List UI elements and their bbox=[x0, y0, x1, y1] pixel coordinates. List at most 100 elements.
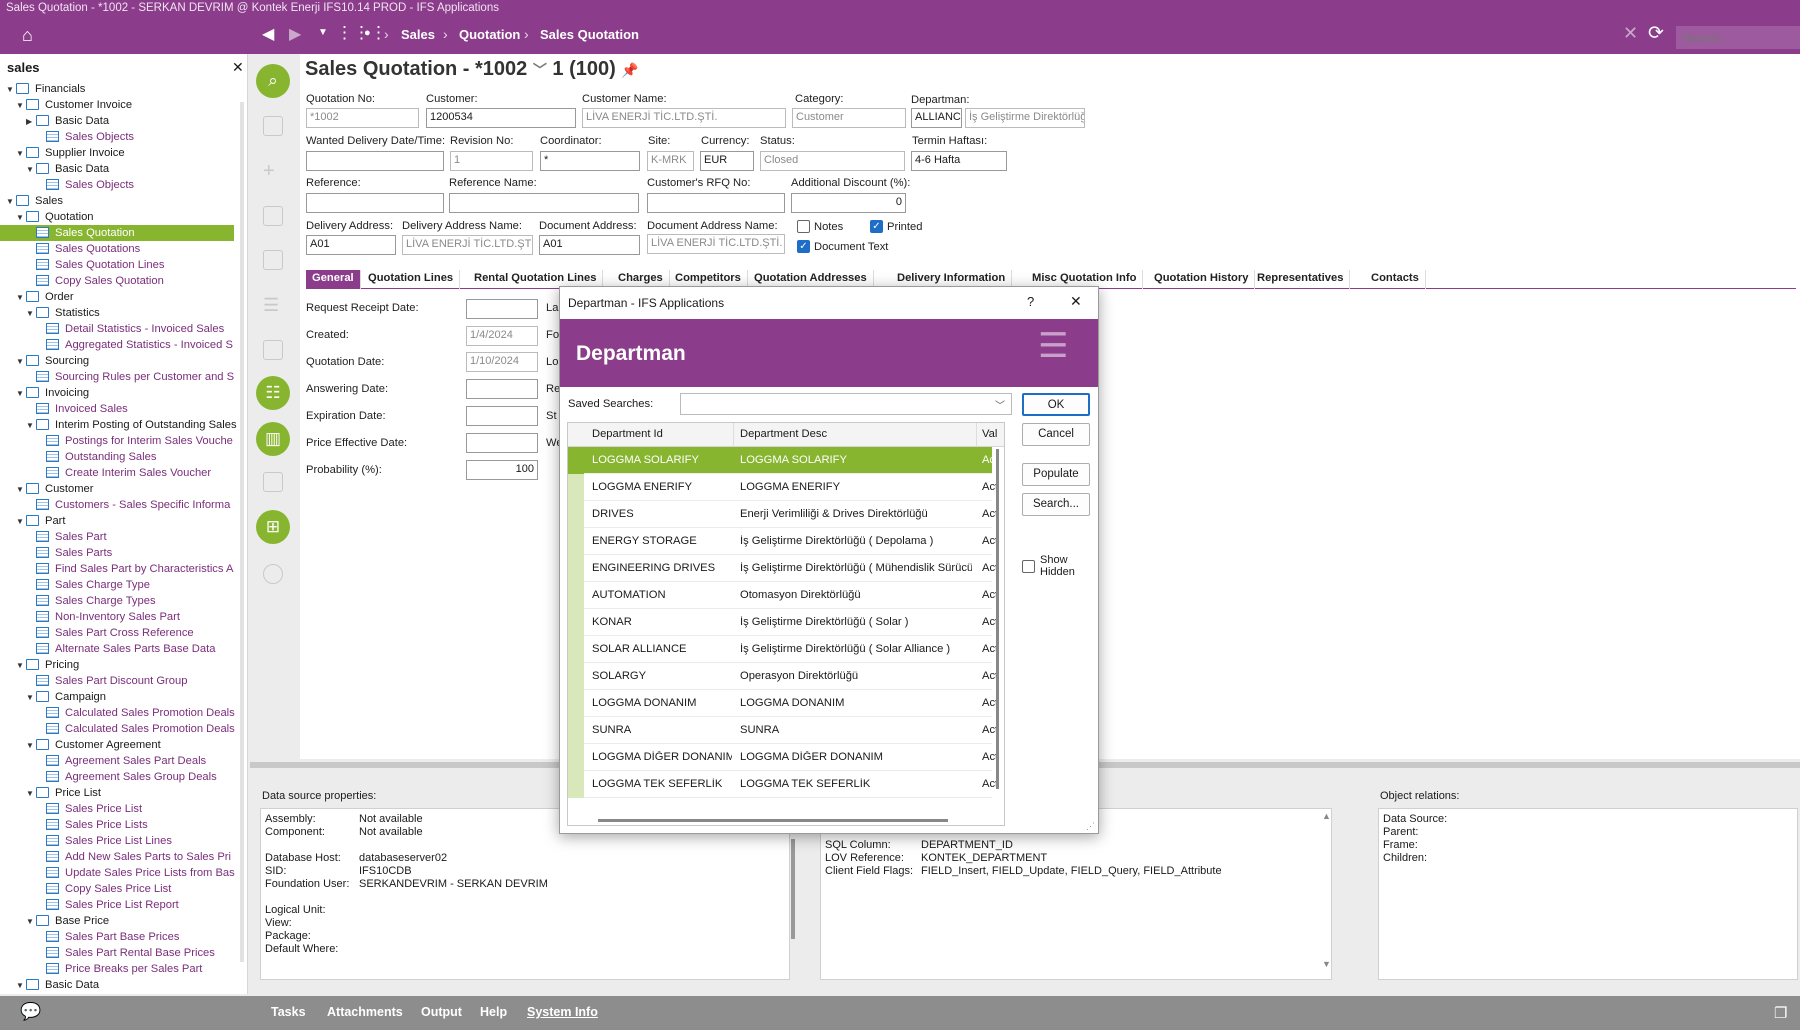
table-row[interactable]: LOGGMA SOLARIFY LOGGMA SOLARIFY Act bbox=[568, 447, 998, 474]
forward-icon[interactable]: ▶ bbox=[289, 24, 301, 44]
notes-checkbox[interactable] bbox=[797, 220, 810, 233]
currency-field[interactable]: EUR bbox=[700, 151, 754, 171]
table-row[interactable]: KONAR İş Geliştirme Direktörlüğü ( Solar … bbox=[568, 609, 998, 636]
window-icon[interactable]: ❐ bbox=[1774, 1004, 1787, 1022]
breadcrumb-quotation[interactable]: Quotation bbox=[459, 27, 520, 42]
expand-toggle-icon[interactable]: ▼ bbox=[26, 690, 36, 706]
tree-item[interactable]: Sales Price Lists bbox=[36, 817, 148, 833]
table-row[interactable]: AUTOMATION Otomasyon Direktörlüğü Act bbox=[568, 582, 998, 609]
breadcrumb-sales[interactable]: Sales bbox=[401, 27, 435, 42]
table-row[interactable]: SOLAR ALLIANCE İş Geliştirme Direktörlüğü… bbox=[568, 636, 998, 663]
tree-item[interactable]: Sales Parts bbox=[26, 545, 112, 561]
tree-item[interactable]: ▼ Basic Data bbox=[26, 161, 109, 177]
tree-item[interactable]: Sales Part Rental Base Prices bbox=[36, 945, 215, 961]
scroll-down-icon[interactable]: ▼ bbox=[1322, 959, 1331, 969]
grid-vertical-scrollbar[interactable] bbox=[996, 449, 999, 789]
customer-rfq-field[interactable] bbox=[647, 193, 785, 213]
global-search-input[interactable] bbox=[1676, 26, 1800, 49]
created-field[interactable]: 1/4/2024 bbox=[466, 326, 538, 346]
tree-item[interactable]: ▼ Sourcing bbox=[16, 353, 89, 369]
output-tab[interactable]: Output bbox=[421, 1005, 462, 1019]
attachments-tab[interactable]: Attachments bbox=[327, 1005, 403, 1019]
tree-item[interactable]: Copy Sales Price List bbox=[36, 881, 171, 897]
bookmark-dot-icon[interactable]: ● bbox=[364, 27, 371, 39]
expand-toggle-icon[interactable]: ▼ bbox=[26, 306, 36, 322]
tree-item[interactable]: Sales Part Cross Reference bbox=[26, 625, 194, 641]
tree-item[interactable]: Sourcing Rules per Customer and S bbox=[26, 369, 234, 385]
help-tab[interactable]: Help bbox=[480, 1005, 507, 1019]
tree-item[interactable]: Sales Charge Type bbox=[26, 577, 150, 593]
tree-item[interactable]: ▼ Basic Data bbox=[16, 977, 99, 993]
delivery-address-field[interactable]: A01 bbox=[306, 235, 396, 255]
tree-item[interactable]: ▼ Customer Agreement bbox=[26, 737, 161, 753]
table-row[interactable]: LOGGMA ENERIFY LOGGMA ENERIFY Act bbox=[568, 474, 998, 501]
feedback-icon[interactable]: 💬 bbox=[20, 1002, 41, 1022]
tree-item[interactable]: Price Breaks per Sales Part bbox=[36, 961, 202, 977]
tree-item[interactable]: ▼ Customer Invoice bbox=[16, 97, 132, 113]
tree-item[interactable]: Customers - Sales Specific Informa bbox=[26, 497, 230, 513]
quotation-no-field[interactable]: *1002 bbox=[306, 108, 419, 128]
tree-item[interactable]: Sales Part Base Prices bbox=[36, 929, 179, 945]
resize-grip-icon[interactable]: ⋰ bbox=[1086, 821, 1095, 832]
tab-general[interactable]: General bbox=[306, 270, 361, 289]
category-field[interactable]: Customer bbox=[792, 108, 906, 128]
tree-item[interactable]: ▼ Price List bbox=[26, 785, 101, 801]
tree-item[interactable]: Sales Charge Types bbox=[26, 593, 156, 609]
close-icon[interactable]: ✕ bbox=[1623, 23, 1638, 44]
system-info-tab[interactable]: System Info bbox=[527, 1005, 598, 1019]
site-field[interactable]: K-MRK bbox=[647, 151, 694, 171]
table-row[interactable]: LOGGMA DİĞER DONANIM LOGGMA DİĞER DONANIM… bbox=[568, 744, 998, 771]
tab-contacts[interactable]: Contacts bbox=[1365, 270, 1426, 289]
expand-toggle-icon[interactable]: ▼ bbox=[16, 146, 26, 162]
tree-item[interactable]: Create Interim Sales Voucher bbox=[36, 465, 211, 481]
additional-discount-field[interactable]: 0 bbox=[791, 193, 906, 213]
tree-item[interactable]: Sales Quotation bbox=[0, 225, 234, 241]
tree-item[interactable]: Sales Price List bbox=[36, 801, 142, 817]
search-icon[interactable]: ⌕ bbox=[256, 64, 290, 98]
show-hidden-checkbox[interactable] bbox=[1022, 560, 1035, 573]
tab-representatives[interactable]: Representatives bbox=[1251, 270, 1351, 289]
apps-grid-icon[interactable]: ⋮⋮⋮ bbox=[336, 23, 387, 43]
document-text-checkbox[interactable]: ✓ bbox=[797, 240, 810, 253]
tab-quotation-history[interactable]: Quotation History bbox=[1148, 270, 1256, 289]
expand-toggle-icon[interactable]: ▼ bbox=[16, 98, 26, 114]
tree-item[interactable]: ▼ Statistics bbox=[26, 305, 100, 321]
expand-toggle-icon[interactable]: ▼ bbox=[16, 210, 26, 226]
cancel-button[interactable]: Cancel bbox=[1022, 423, 1090, 446]
request-receipt-date-field[interactable] bbox=[466, 299, 538, 319]
expand-toggle-icon[interactable]: ▼ bbox=[16, 978, 26, 994]
wanted-delivery-field[interactable] bbox=[306, 151, 444, 171]
tree-item[interactable]: Invoiced Sales bbox=[26, 401, 128, 417]
price-effective-date-field[interactable] bbox=[466, 433, 538, 453]
table-row[interactable]: LOGGMA DONANIM LOGGMA DONANIM Act bbox=[568, 690, 998, 717]
tree-item[interactable]: Sales Objects bbox=[36, 129, 134, 145]
expand-toggle-icon[interactable]: ▼ bbox=[6, 194, 16, 210]
tasks-tab[interactable]: Tasks bbox=[271, 1005, 306, 1019]
scroll-up-icon[interactable]: ▲ bbox=[1322, 811, 1331, 821]
termin-field[interactable]: 4-6 Hafta bbox=[911, 151, 1007, 171]
tree-item[interactable]: Aggregated Statistics - Invoiced S bbox=[36, 337, 233, 353]
tree-item[interactable]: Sales Quotations bbox=[26, 241, 140, 257]
tree-item[interactable]: ▼ Pricing bbox=[16, 657, 79, 673]
ok-button[interactable]: OK bbox=[1022, 393, 1090, 416]
navigator-scrollbar[interactable] bbox=[240, 102, 244, 962]
table-row[interactable]: SUNRA SUNRA Act bbox=[568, 717, 998, 744]
tab-quotation-lines[interactable]: Quotation Lines bbox=[362, 270, 461, 289]
details-icon[interactable]: ☷ bbox=[256, 376, 290, 410]
expand-toggle-icon[interactable]: ▼ bbox=[16, 290, 26, 306]
tree-item[interactable]: Detail Statistics - Invoiced Sales bbox=[36, 321, 224, 337]
column-val[interactable]: Val bbox=[982, 428, 997, 440]
expand-toggle-icon[interactable]: ▼ bbox=[16, 514, 26, 530]
table-row[interactable]: ENGINEERING DRIVES İş Geliştirme Direktör… bbox=[568, 555, 998, 582]
breadcrumb-sales-quotation[interactable]: Sales Quotation bbox=[540, 27, 639, 42]
populate-button[interactable]: Populate bbox=[1022, 463, 1090, 486]
tree-item[interactable]: Calculated Sales Promotion Deals bbox=[36, 721, 235, 737]
tree-item[interactable]: Sales Part bbox=[26, 529, 107, 545]
tree-item[interactable]: ▼ Order bbox=[16, 289, 74, 305]
close-icon[interactable]: ✕ bbox=[1070, 293, 1082, 310]
tree-item[interactable]: Agreement Sales Group Deals bbox=[36, 769, 217, 785]
expiration-date-field[interactable] bbox=[466, 406, 538, 426]
expand-toggle-icon[interactable]: ▼ bbox=[16, 482, 26, 498]
expand-toggle-icon[interactable]: ▼ bbox=[6, 82, 16, 98]
expand-toggle-icon[interactable]: ▼ bbox=[26, 914, 36, 930]
